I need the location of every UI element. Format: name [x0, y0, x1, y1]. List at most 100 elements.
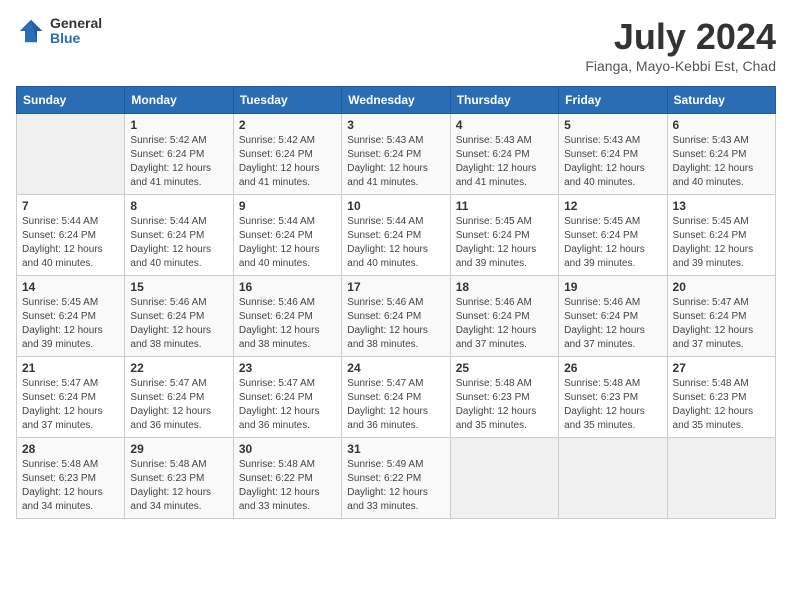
day-info: Sunrise: 5:47 AM Sunset: 6:24 PM Dayligh…: [347, 377, 444, 433]
day-number: 20: [673, 280, 770, 294]
day-number: 13: [673, 199, 770, 213]
calendar-cell: 29Sunrise: 5:48 AM Sunset: 6:23 PM Dayli…: [125, 438, 233, 519]
main-title: July 2024: [585, 16, 776, 58]
calendar-table: SundayMondayTuesdayWednesdayThursdayFrid…: [16, 86, 776, 519]
header-sunday: Sunday: [17, 87, 125, 114]
day-info: Sunrise: 5:46 AM Sunset: 6:24 PM Dayligh…: [347, 296, 444, 352]
calendar-cell: 21Sunrise: 5:47 AM Sunset: 6:24 PM Dayli…: [17, 357, 125, 438]
header-thursday: Thursday: [450, 87, 558, 114]
calendar-cell: 2Sunrise: 5:42 AM Sunset: 6:24 PM Daylig…: [233, 114, 341, 195]
day-number: 8: [130, 199, 227, 213]
calendar-cell: 8 Sunrise: 5:44 AM Sunset: 6:24 PM Daylig…: [125, 195, 233, 276]
calendar-cell: [667, 438, 775, 519]
day-info: Sunrise: 5:47 AM Sunset: 6:24 PM Dayligh…: [130, 377, 227, 433]
page-header: General Blue July 2024 Fianga, Mayo-Kebb…: [16, 16, 776, 74]
day-number: 3: [347, 118, 444, 132]
calendar-cell: [17, 114, 125, 195]
day-info: Sunrise: 5:48 AM Sunset: 6:23 PM Dayligh…: [130, 458, 227, 514]
calendar-cell: 16 Sunrise: 5:46 AM Sunset: 6:24 PM Dayli…: [233, 276, 341, 357]
day-number: 6: [673, 118, 770, 132]
day-number: 5: [564, 118, 661, 132]
day-info: Sunrise: 5:48 AM Sunset: 6:23 PM Dayligh…: [673, 377, 770, 433]
day-number: 26: [564, 361, 661, 375]
day-info: Sunrise: 5:46 AM Sunset: 6:24 PM Dayligh…: [456, 296, 553, 352]
calendar-cell: 3 Sunrise: 5:43 AM Sunset: 6:24 PM Daylig…: [342, 114, 450, 195]
calendar-cell: 13 Sunrise: 5:45 AM Sunset: 6:24 PM Dayli…: [667, 195, 775, 276]
calendar-cell: 31 Sunrise: 5:49 AM Sunset: 6:22 PM Dayli…: [342, 438, 450, 519]
day-number: 17: [347, 280, 444, 294]
day-info: Sunrise: 5:44 AM Sunset: 6:24 PM Dayligh…: [22, 215, 119, 271]
calendar-cell: 15 Sunrise: 5:46 AM Sunset: 6:24 PM Dayli…: [125, 276, 233, 357]
calendar-cell: 26 Sunrise: 5:48 AM Sunset: 6:23 PM Dayli…: [559, 357, 667, 438]
calendar-cell: 1 Sunrise: 5:42 AM Sunset: 6:24 PM Daylig…: [125, 114, 233, 195]
day-info: Sunrise: 5:49 AM Sunset: 6:22 PM Dayligh…: [347, 458, 444, 514]
day-number: 19: [564, 280, 661, 294]
day-info: Sunrise: 5:45 AM Sunset: 6:24 PM Dayligh…: [22, 296, 119, 352]
day-info: Sunrise: 5:48 AM Sunset: 6:23 PM Dayligh…: [564, 377, 661, 433]
day-number: 11: [456, 199, 553, 213]
calendar-cell: 23 Sunrise: 5:47 AM Sunset: 6:24 PM Dayli…: [233, 357, 341, 438]
calendar-cell: 14 Sunrise: 5:45 AM Sunset: 6:24 PM Dayli…: [17, 276, 125, 357]
calendar-cell: 5 Sunrise: 5:43 AM Sunset: 6:24 PM Daylig…: [559, 114, 667, 195]
calendar-week-row: 28 Sunrise: 5:48 AM Sunset: 6:23 PM Dayli…: [17, 438, 776, 519]
logo-blue: Blue: [50, 31, 102, 46]
logo: General Blue: [16, 16, 102, 47]
day-info: Sunrise: 5:43 AM Sunset: 6:24 PM Dayligh…: [673, 134, 770, 190]
calendar-cell: 6 Sunrise: 5:43 AM Sunset: 6:24 PM Daylig…: [667, 114, 775, 195]
day-number: 12: [564, 199, 661, 213]
calendar-cell: 22 Sunrise: 5:47 AM Sunset: 6:24 PM Dayli…: [125, 357, 233, 438]
title-block: July 2024 Fianga, Mayo-Kebbi Est, Chad: [585, 16, 776, 74]
day-number: 24: [347, 361, 444, 375]
calendar-cell: [559, 438, 667, 519]
day-info: Sunrise: 5:48 AM Sunset: 6:22 PM Dayligh…: [239, 458, 336, 514]
day-number: 30: [239, 442, 336, 456]
day-info: Sunrise: 5:47 AM Sunset: 6:24 PM Dayligh…: [239, 377, 336, 433]
header-friday: Friday: [559, 87, 667, 114]
day-info: Sunrise: 5:45 AM Sunset: 6:24 PM Dayligh…: [456, 215, 553, 271]
day-number: 14: [22, 280, 119, 294]
calendar-cell: 20Sunrise: 5:47 AM Sunset: 6:24 PM Dayli…: [667, 276, 775, 357]
day-info: Sunrise: 5:43 AM Sunset: 6:24 PM Dayligh…: [347, 134, 444, 190]
day-info: Sunrise: 5:46 AM Sunset: 6:24 PM Dayligh…: [564, 296, 661, 352]
day-number: 1: [130, 118, 227, 132]
calendar-cell: 24 Sunrise: 5:47 AM Sunset: 6:24 PM Dayli…: [342, 357, 450, 438]
day-number: 15: [130, 280, 227, 294]
day-info: Sunrise: 5:45 AM Sunset: 6:24 PM Dayligh…: [564, 215, 661, 271]
day-info: Sunrise: 5:44 AM Sunset: 6:24 PM Dayligh…: [347, 215, 444, 271]
day-info: Sunrise: 5:46 AM Sunset: 6:24 PM Dayligh…: [130, 296, 227, 352]
day-info: Sunrise: 5:43 AM Sunset: 6:24 PM Dayligh…: [456, 134, 553, 190]
day-number: 27: [673, 361, 770, 375]
day-number: 16: [239, 280, 336, 294]
day-info: Sunrise: 5:45 AM Sunset: 6:24 PM Dayligh…: [673, 215, 770, 271]
calendar-cell: 18Sunrise: 5:46 AM Sunset: 6:24 PM Dayli…: [450, 276, 558, 357]
calendar-body: 1 Sunrise: 5:42 AM Sunset: 6:24 PM Daylig…: [17, 114, 776, 519]
header-monday: Monday: [125, 87, 233, 114]
day-info: Sunrise: 5:42 AM Sunset: 6:24 PM Dayligh…: [130, 134, 227, 190]
calendar-week-row: 14 Sunrise: 5:45 AM Sunset: 6:24 PM Dayli…: [17, 276, 776, 357]
calendar-week-row: 1 Sunrise: 5:42 AM Sunset: 6:24 PM Daylig…: [17, 114, 776, 195]
day-info: Sunrise: 5:43 AM Sunset: 6:24 PM Dayligh…: [564, 134, 661, 190]
calendar-cell: 10Sunrise: 5:44 AM Sunset: 6:24 PM Dayli…: [342, 195, 450, 276]
day-number: 23: [239, 361, 336, 375]
calendar-cell: 4Sunrise: 5:43 AM Sunset: 6:24 PM Daylig…: [450, 114, 558, 195]
calendar-cell: 9 Sunrise: 5:44 AM Sunset: 6:24 PM Daylig…: [233, 195, 341, 276]
day-number: 25: [456, 361, 553, 375]
day-number: 9: [239, 199, 336, 213]
header-tuesday: Tuesday: [233, 87, 341, 114]
day-info: Sunrise: 5:46 AM Sunset: 6:24 PM Dayligh…: [239, 296, 336, 352]
calendar-cell: 12 Sunrise: 5:45 AM Sunset: 6:24 PM Dayli…: [559, 195, 667, 276]
calendar-cell: 30 Sunrise: 5:48 AM Sunset: 6:22 PM Dayli…: [233, 438, 341, 519]
logo-text: General Blue: [50, 16, 102, 47]
calendar-cell: 11 Sunrise: 5:45 AM Sunset: 6:24 PM Dayli…: [450, 195, 558, 276]
calendar-cell: 27 Sunrise: 5:48 AM Sunset: 6:23 PM Dayli…: [667, 357, 775, 438]
header-saturday: Saturday: [667, 87, 775, 114]
day-info: Sunrise: 5:44 AM Sunset: 6:24 PM Dayligh…: [239, 215, 336, 271]
day-number: 22: [130, 361, 227, 375]
logo-general: General: [50, 16, 102, 31]
calendar-week-row: 21Sunrise: 5:47 AM Sunset: 6:24 PM Dayli…: [17, 357, 776, 438]
day-number: 28: [22, 442, 119, 456]
day-number: 31: [347, 442, 444, 456]
day-info: Sunrise: 5:44 AM Sunset: 6:24 PM Dayligh…: [130, 215, 227, 271]
calendar-cell: 17 Sunrise: 5:46 AM Sunset: 6:24 PM Dayli…: [342, 276, 450, 357]
day-info: Sunrise: 5:47 AM Sunset: 6:24 PM Dayligh…: [22, 377, 119, 433]
